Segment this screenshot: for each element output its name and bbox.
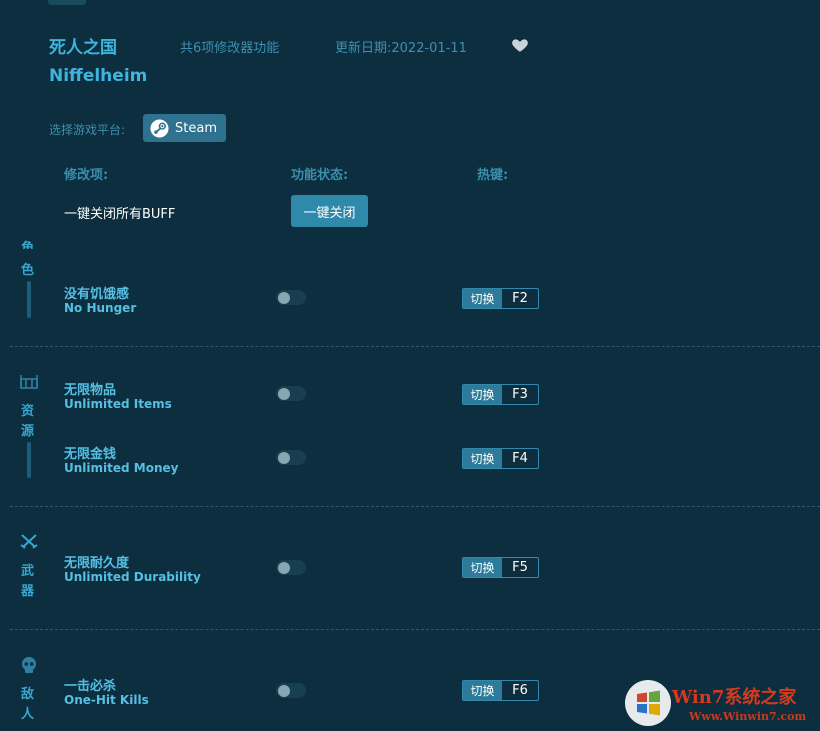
cheat-name-en: Unlimited Durability	[64, 570, 201, 584]
category-resources-bar	[27, 442, 31, 478]
hotkey-key: F5	[512, 560, 528, 575]
column-header-name: 修改项:	[64, 168, 109, 183]
hotkey-switch-button[interactable]: 切换	[463, 385, 502, 404]
category-character-char-1: 角	[21, 241, 35, 249]
steam-platform-button[interactable]: Steam	[143, 114, 226, 142]
hotkey-one-hit-kills: 切换 F6	[462, 680, 539, 701]
category-resources-char-2: 源	[21, 424, 35, 439]
cheat-name-en: One-Hit Kills	[64, 693, 149, 707]
cheat-name-en: No Hunger	[64, 301, 137, 315]
one-hit-kills-toggle[interactable]	[276, 683, 306, 698]
hotkey-unlimited-items: 切换 F3	[462, 384, 539, 405]
hotkey-switch-button[interactable]: 切换	[463, 681, 502, 700]
category-weapons-char-1: 武	[21, 564, 35, 579]
watermark-url: Www.Winwin7.com	[689, 710, 807, 723]
update-date: 更新日期:2022-01-11	[335, 41, 467, 56]
steam-label: Steam	[175, 120, 217, 136]
category-resources-char-1: 资	[21, 404, 35, 419]
unlimited-items-toggle[interactable]	[276, 386, 306, 401]
cheat-name-en: Unlimited Money	[64, 461, 179, 475]
column-header-hotkey: 热键:	[477, 168, 509, 183]
cheat-name-cn: 无限金钱	[64, 447, 117, 462]
category-enemies-char-1: 敌	[21, 687, 35, 702]
watermark-text: Win7系统之家	[672, 687, 797, 708]
column-header-status: 功能状态:	[291, 168, 349, 183]
category-weapons-char-2: 器	[21, 584, 35, 599]
hotkey-key: F2	[512, 291, 528, 306]
cheat-name-cn: 没有饥饿感	[64, 287, 130, 302]
cheat-name-cn: 一击必杀	[64, 679, 117, 694]
game-title-en: Niffelheim	[49, 66, 148, 86]
skull-icon	[20, 656, 38, 678]
unlimited-money-toggle[interactable]	[276, 450, 306, 465]
hotkey-unlimited-money: 切换 F4	[462, 448, 539, 469]
hotkey-unlimited-durability: 切换 F5	[462, 557, 539, 578]
hotkey-switch-button[interactable]: 切换	[463, 289, 502, 308]
category-character-char-2: 色	[21, 263, 35, 278]
hotkey-key: F3	[512, 387, 528, 402]
feature-count: 共6项修改器功能	[180, 41, 280, 56]
cheat-name-cn: 无限物品	[64, 383, 117, 398]
favorite-heart-icon[interactable]	[511, 36, 529, 54]
hotkey-switch-button[interactable]: 切换	[463, 558, 502, 577]
section-divider	[10, 506, 820, 507]
hotkey-switch-button[interactable]: 切换	[463, 449, 502, 468]
hotkey-key: F6	[512, 683, 528, 698]
hotkey-key: F4	[512, 451, 528, 466]
windows-logo-icon	[625, 680, 671, 726]
top-tab[interactable]	[48, 0, 86, 5]
close-all-buff-button[interactable]: 一键关闭	[291, 195, 368, 227]
crossed-swords-icon	[20, 533, 38, 553]
category-character-clip: 角	[0, 227, 60, 249]
buff-label: 一键关闭所有BUFF	[64, 207, 176, 222]
game-title-cn: 死人之国	[49, 38, 117, 58]
cheat-name-cn: 无限耐久度	[64, 556, 130, 571]
unlimited-durability-toggle[interactable]	[276, 560, 306, 575]
section-divider	[10, 629, 820, 630]
section-divider	[10, 346, 820, 347]
category-enemies-char-2: 人	[21, 707, 35, 722]
steam-icon	[150, 118, 169, 138]
cheat-name-en: Unlimited Items	[64, 397, 172, 411]
resources-icon	[20, 373, 38, 393]
no-hunger-toggle[interactable]	[276, 290, 306, 305]
category-character-bar	[27, 281, 31, 318]
platform-label: 选择游戏平台:	[49, 123, 126, 137]
hotkey-no-hunger: 切换 F2	[462, 288, 539, 309]
